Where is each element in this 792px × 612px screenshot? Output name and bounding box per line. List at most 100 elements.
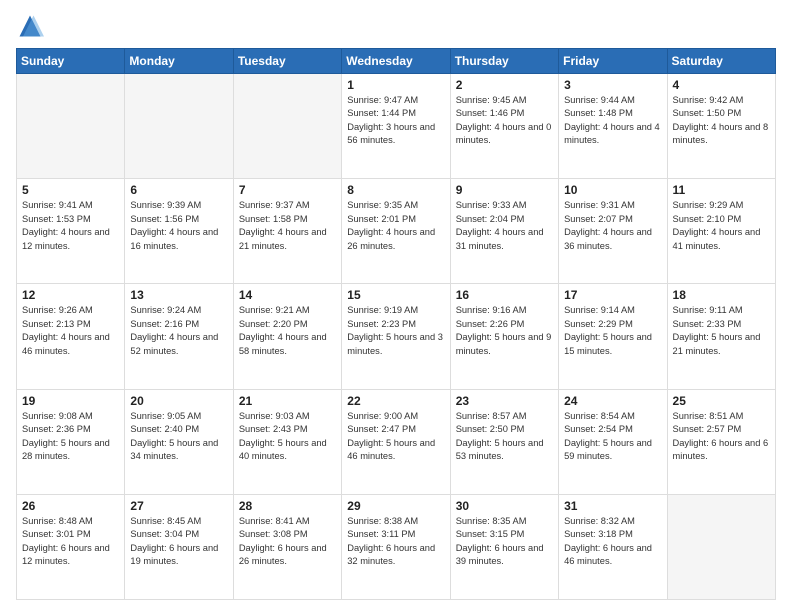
day-info: Sunrise: 9:21 AM Sunset: 2:20 PM Dayligh…: [239, 304, 336, 358]
day-info: Sunrise: 8:35 AM Sunset: 3:15 PM Dayligh…: [456, 515, 553, 569]
calendar-cell: 10 Sunrise: 9:31 AM Sunset: 2:07 PM Dayli…: [559, 179, 667, 284]
day-info: Sunrise: 9:47 AM Sunset: 1:44 PM Dayligh…: [347, 94, 444, 148]
weekday-header-saturday: Saturday: [667, 49, 775, 74]
weekday-header-sunday: Sunday: [17, 49, 125, 74]
day-info: Sunrise: 9:11 AM Sunset: 2:33 PM Dayligh…: [673, 304, 770, 358]
calendar-cell: 9 Sunrise: 9:33 AM Sunset: 2:04 PM Daylig…: [450, 179, 558, 284]
calendar-cell: [667, 494, 775, 599]
day-number: 20: [130, 394, 227, 408]
calendar-cell: 19Sunrise: 9:08 AM Sunset: 2:36 PM Dayli…: [17, 389, 125, 494]
calendar-cell: 29 Sunrise: 8:38 AM Sunset: 3:11 PM Dayli…: [342, 494, 450, 599]
logo-icon: [16, 12, 44, 40]
day-number: 27: [130, 499, 227, 513]
day-number: 21: [239, 394, 336, 408]
day-number: 31: [564, 499, 661, 513]
day-info: Sunrise: 8:51 AM Sunset: 2:57 PM Dayligh…: [673, 410, 770, 464]
calendar-cell: 18 Sunrise: 9:11 AM Sunset: 2:33 PM Dayli…: [667, 284, 775, 389]
day-number: 16: [456, 288, 553, 302]
day-info: Sunrise: 9:16 AM Sunset: 2:26 PM Dayligh…: [456, 304, 553, 358]
day-number: 12: [22, 288, 119, 302]
day-info: Sunrise: 9:42 AM Sunset: 1:50 PM Dayligh…: [673, 94, 770, 148]
day-number: 10: [564, 183, 661, 197]
day-info: Sunrise: 9:39 AM Sunset: 1:56 PM Dayligh…: [130, 199, 227, 253]
page: SundayMondayTuesdayWednesdayThursdayFrid…: [0, 0, 792, 612]
day-number: 22: [347, 394, 444, 408]
weekday-header-friday: Friday: [559, 49, 667, 74]
day-number: 1: [347, 78, 444, 92]
day-info: Sunrise: 9:37 AM Sunset: 1:58 PM Dayligh…: [239, 199, 336, 253]
day-info: Sunrise: 9:44 AM Sunset: 1:48 PM Dayligh…: [564, 94, 661, 148]
day-info: Sunrise: 8:45 AM Sunset: 3:04 PM Dayligh…: [130, 515, 227, 569]
day-info: Sunrise: 8:38 AM Sunset: 3:11 PM Dayligh…: [347, 515, 444, 569]
calendar-cell: 11Sunrise: 9:29 AM Sunset: 2:10 PM Dayli…: [667, 179, 775, 284]
calendar-week-4: 19Sunrise: 9:08 AM Sunset: 2:36 PM Dayli…: [17, 389, 776, 494]
calendar-cell: 21 Sunrise: 9:03 AM Sunset: 2:43 PM Dayli…: [233, 389, 341, 494]
calendar-week-2: 5 Sunrise: 9:41 AM Sunset: 1:53 PM Daylig…: [17, 179, 776, 284]
weekday-header-wednesday: Wednesday: [342, 49, 450, 74]
calendar-cell: 4Sunrise: 9:42 AM Sunset: 1:50 PM Daylig…: [667, 74, 775, 179]
calendar-cell: 13 Sunrise: 9:24 AM Sunset: 2:16 PM Dayli…: [125, 284, 233, 389]
calendar-cell: [17, 74, 125, 179]
day-number: 24: [564, 394, 661, 408]
day-info: Sunrise: 9:03 AM Sunset: 2:43 PM Dayligh…: [239, 410, 336, 464]
day-info: Sunrise: 8:57 AM Sunset: 2:50 PM Dayligh…: [456, 410, 553, 464]
day-number: 17: [564, 288, 661, 302]
calendar-cell: 15Sunrise: 9:19 AM Sunset: 2:23 PM Dayli…: [342, 284, 450, 389]
calendar-cell: 16 Sunrise: 9:16 AM Sunset: 2:26 PM Dayli…: [450, 284, 558, 389]
calendar-week-5: 26 Sunrise: 8:48 AM Sunset: 3:01 PM Dayli…: [17, 494, 776, 599]
day-number: 18: [673, 288, 770, 302]
day-info: Sunrise: 9:41 AM Sunset: 1:53 PM Dayligh…: [22, 199, 119, 253]
day-number: 23: [456, 394, 553, 408]
calendar-cell: 7 Sunrise: 9:37 AM Sunset: 1:58 PM Daylig…: [233, 179, 341, 284]
day-info: Sunrise: 9:24 AM Sunset: 2:16 PM Dayligh…: [130, 304, 227, 358]
day-number: 19: [22, 394, 119, 408]
calendar-cell: 23 Sunrise: 8:57 AM Sunset: 2:50 PM Dayli…: [450, 389, 558, 494]
day-number: 7: [239, 183, 336, 197]
day-number: 9: [456, 183, 553, 197]
day-number: 28: [239, 499, 336, 513]
calendar-table: SundayMondayTuesdayWednesdayThursdayFrid…: [16, 48, 776, 600]
weekday-header-tuesday: Tuesday: [233, 49, 341, 74]
calendar-cell: 27 Sunrise: 8:45 AM Sunset: 3:04 PM Dayli…: [125, 494, 233, 599]
calendar-cell: 22 Sunrise: 9:00 AM Sunset: 2:47 PM Dayli…: [342, 389, 450, 494]
calendar-cell: 5 Sunrise: 9:41 AM Sunset: 1:53 PM Daylig…: [17, 179, 125, 284]
weekday-header-monday: Monday: [125, 49, 233, 74]
day-info: Sunrise: 8:48 AM Sunset: 3:01 PM Dayligh…: [22, 515, 119, 569]
weekday-header-thursday: Thursday: [450, 49, 558, 74]
day-info: Sunrise: 9:05 AM Sunset: 2:40 PM Dayligh…: [130, 410, 227, 464]
day-info: Sunrise: 9:19 AM Sunset: 2:23 PM Dayligh…: [347, 304, 444, 358]
calendar-cell: 3 Sunrise: 9:44 AM Sunset: 1:48 PM Daylig…: [559, 74, 667, 179]
day-number: 29: [347, 499, 444, 513]
day-info: Sunrise: 8:41 AM Sunset: 3:08 PM Dayligh…: [239, 515, 336, 569]
weekday-header-row: SundayMondayTuesdayWednesdayThursdayFrid…: [17, 49, 776, 74]
calendar-cell: 30 Sunrise: 8:35 AM Sunset: 3:15 PM Dayli…: [450, 494, 558, 599]
day-info: Sunrise: 9:26 AM Sunset: 2:13 PM Dayligh…: [22, 304, 119, 358]
calendar-cell: 12 Sunrise: 9:26 AM Sunset: 2:13 PM Dayli…: [17, 284, 125, 389]
day-number: 5: [22, 183, 119, 197]
day-number: 14: [239, 288, 336, 302]
calendar-cell: 26 Sunrise: 8:48 AM Sunset: 3:01 PM Dayli…: [17, 494, 125, 599]
day-info: Sunrise: 9:31 AM Sunset: 2:07 PM Dayligh…: [564, 199, 661, 253]
day-info: Sunrise: 9:33 AM Sunset: 2:04 PM Dayligh…: [456, 199, 553, 253]
logo: [16, 12, 48, 40]
day-number: 26: [22, 499, 119, 513]
calendar-cell: [233, 74, 341, 179]
day-number: 30: [456, 499, 553, 513]
day-number: 25: [673, 394, 770, 408]
calendar-cell: 24 Sunrise: 8:54 AM Sunset: 2:54 PM Dayli…: [559, 389, 667, 494]
calendar-week-1: 1 Sunrise: 9:47 AM Sunset: 1:44 PM Daylig…: [17, 74, 776, 179]
calendar-cell: 20 Sunrise: 9:05 AM Sunset: 2:40 PM Dayli…: [125, 389, 233, 494]
calendar-cell: 25 Sunrise: 8:51 AM Sunset: 2:57 PM Dayli…: [667, 389, 775, 494]
calendar-cell: 17Sunrise: 9:14 AM Sunset: 2:29 PM Dayli…: [559, 284, 667, 389]
calendar-cell: 14 Sunrise: 9:21 AM Sunset: 2:20 PM Dayli…: [233, 284, 341, 389]
day-info: Sunrise: 8:32 AM Sunset: 3:18 PM Dayligh…: [564, 515, 661, 569]
day-number: 3: [564, 78, 661, 92]
calendar-week-3: 12 Sunrise: 9:26 AM Sunset: 2:13 PM Dayli…: [17, 284, 776, 389]
day-info: Sunrise: 9:35 AM Sunset: 2:01 PM Dayligh…: [347, 199, 444, 253]
day-info: Sunrise: 8:54 AM Sunset: 2:54 PM Dayligh…: [564, 410, 661, 464]
day-number: 13: [130, 288, 227, 302]
day-number: 8: [347, 183, 444, 197]
day-number: 6: [130, 183, 227, 197]
day-info: Sunrise: 9:00 AM Sunset: 2:47 PM Dayligh…: [347, 410, 444, 464]
calendar-cell: 8 Sunrise: 9:35 AM Sunset: 2:01 PM Daylig…: [342, 179, 450, 284]
